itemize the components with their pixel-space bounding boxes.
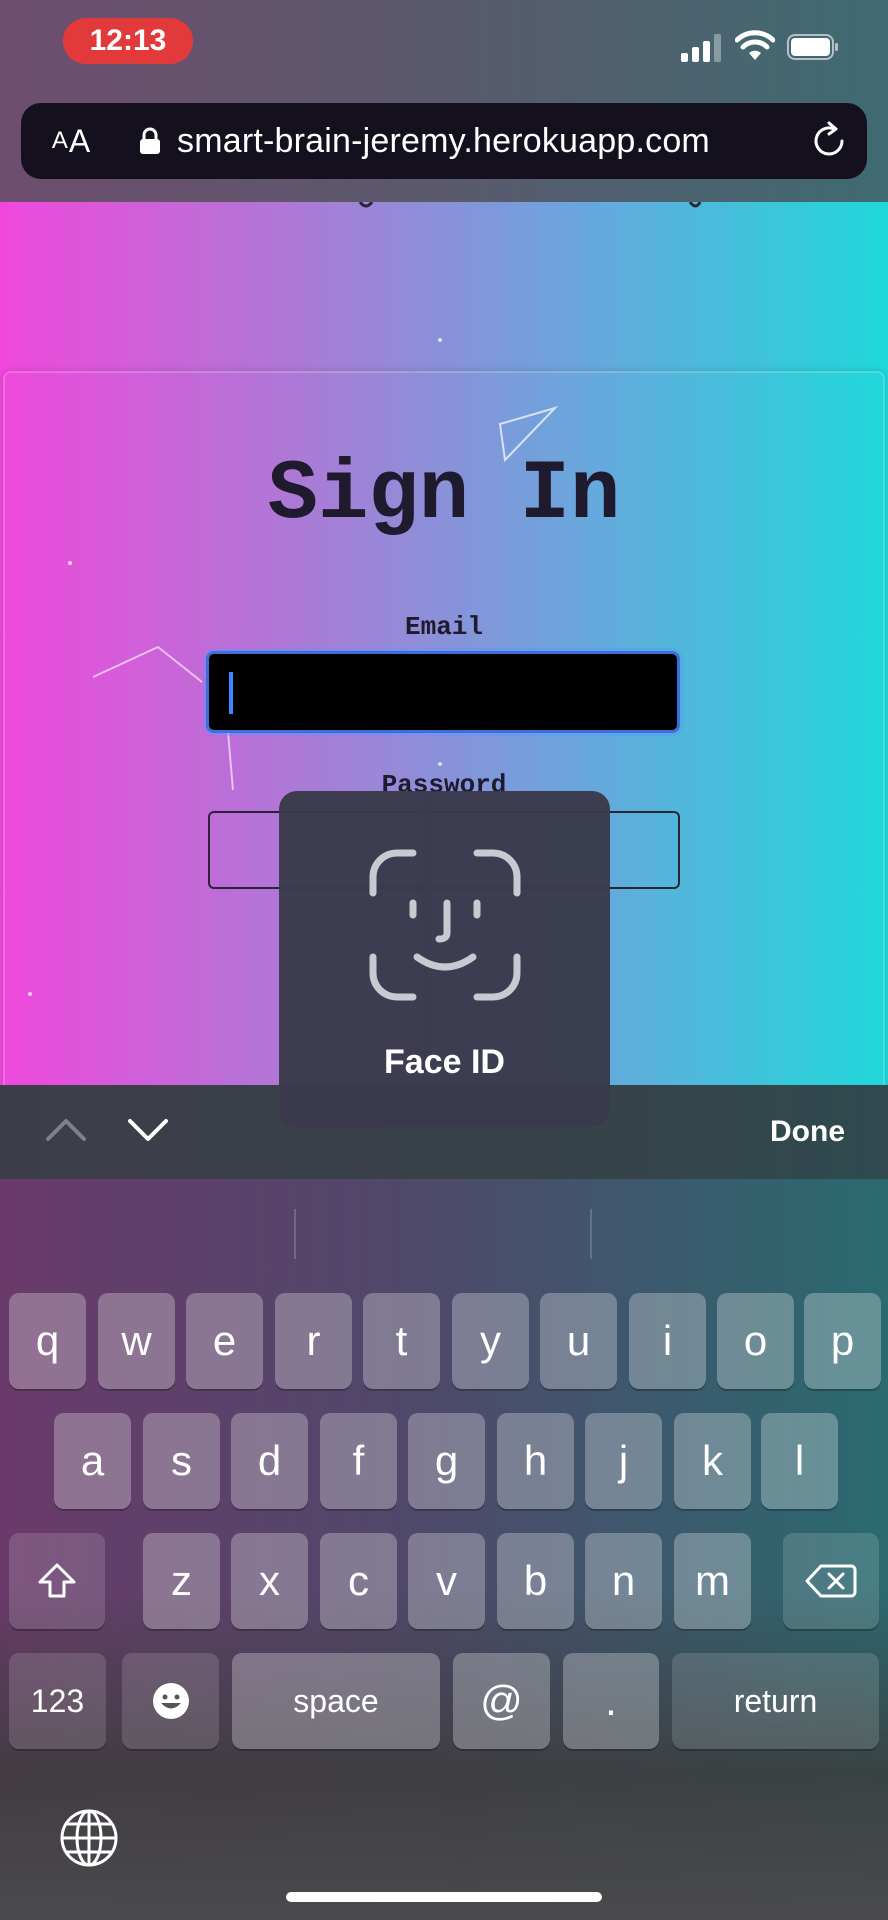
wifi-icon xyxy=(735,30,775,60)
emoji-key[interactable] xyxy=(122,1653,219,1749)
key-z[interactable]: z xyxy=(143,1533,220,1629)
key-u[interactable]: u xyxy=(540,1293,617,1389)
key-e[interactable]: e xyxy=(186,1293,263,1389)
next-field-chevron-down-icon[interactable] xyxy=(126,1115,170,1145)
key-x[interactable]: x xyxy=(231,1533,308,1629)
status-bar: 12:13 xyxy=(0,0,888,90)
key-g[interactable]: g xyxy=(408,1413,485,1509)
faceid-icon xyxy=(369,849,521,1001)
cellular-signal-icon xyxy=(681,34,721,62)
lock-icon xyxy=(140,127,160,154)
key-d[interactable]: d xyxy=(231,1413,308,1509)
key-v[interactable]: v xyxy=(408,1533,485,1629)
key-t[interactable]: t xyxy=(363,1293,440,1389)
key-l[interactable]: l xyxy=(761,1413,838,1509)
text-size-small-glyph: A xyxy=(51,127,68,154)
text-caret xyxy=(229,672,233,714)
shift-icon xyxy=(38,1563,76,1598)
key-j[interactable]: j xyxy=(585,1413,662,1509)
key-a[interactable]: a xyxy=(54,1413,131,1509)
page-title: Sign In xyxy=(267,448,621,543)
key-s[interactable]: s xyxy=(143,1413,220,1509)
key-m[interactable]: m xyxy=(674,1533,751,1629)
shift-key[interactable] xyxy=(9,1533,105,1629)
suggestion-divider xyxy=(294,1209,296,1259)
key-p[interactable]: p xyxy=(804,1293,881,1389)
key-r[interactable]: r xyxy=(275,1293,352,1389)
key-i[interactable]: i xyxy=(629,1293,706,1389)
faceid-prompt: Face ID xyxy=(279,791,610,1127)
key-k[interactable]: k xyxy=(674,1413,751,1509)
key-c[interactable]: c xyxy=(320,1533,397,1629)
email-field[interactable] xyxy=(206,651,680,733)
at-key[interactable]: @ xyxy=(453,1653,550,1749)
numbers-key[interactable]: 123 xyxy=(9,1653,106,1749)
done-button[interactable]: Done xyxy=(770,1085,845,1179)
previous-field-chevron-up-icon[interactable] xyxy=(44,1115,88,1145)
emoji-icon xyxy=(152,1683,189,1719)
backspace-icon xyxy=(805,1564,857,1598)
reload-icon[interactable] xyxy=(809,121,849,161)
faceid-label: Face ID xyxy=(384,1043,505,1081)
home-indicator[interactable] xyxy=(286,1892,602,1902)
key-o[interactable]: o xyxy=(717,1293,794,1389)
key-b[interactable]: b xyxy=(497,1533,574,1629)
key-n[interactable]: n xyxy=(585,1533,662,1629)
space-key[interactable]: space xyxy=(232,1653,440,1749)
text-size-large-glyph: A xyxy=(68,122,91,159)
status-time: 12:13 xyxy=(63,18,193,64)
key-q[interactable]: q xyxy=(9,1293,86,1389)
battery-icon xyxy=(787,34,838,60)
text-size-button[interactable]: AA xyxy=(41,103,101,179)
key-w[interactable]: w xyxy=(98,1293,175,1389)
url-text[interactable]: smart-brain-jeremy.herokuapp.com xyxy=(177,103,710,179)
return-key[interactable]: return xyxy=(672,1653,879,1749)
dot-key[interactable]: . xyxy=(563,1653,659,1749)
delete-key[interactable] xyxy=(783,1533,879,1629)
suggestion-divider xyxy=(590,1209,592,1259)
key-h[interactable]: h xyxy=(497,1413,574,1509)
email-label: Email xyxy=(404,612,483,642)
address-bar[interactable]: AA smart-brain-jeremy.herokuapp.com xyxy=(21,103,867,179)
key-f[interactable]: f xyxy=(320,1413,397,1509)
browser-chrome: 12:13 AA smart-brain-jeremy.herokuapp.co… xyxy=(0,0,888,202)
key-y[interactable]: y xyxy=(452,1293,529,1389)
globe-icon[interactable] xyxy=(58,1807,120,1869)
